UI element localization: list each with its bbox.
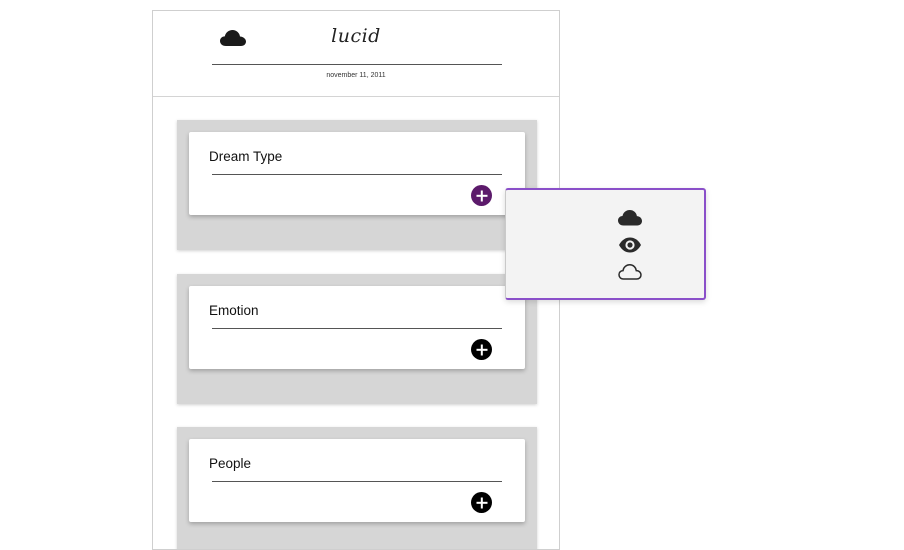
header-divider: [212, 64, 502, 65]
add-people-button[interactable]: [471, 492, 492, 513]
app-title: lucid: [331, 25, 381, 47]
dream-type-underline: [212, 174, 502, 175]
people-underline: [212, 481, 502, 482]
emotion-label: Emotion: [209, 303, 259, 318]
entry-date: november 11, 2011: [326, 72, 386, 79]
cloud-outline-icon[interactable]: [618, 263, 642, 281]
emotion-card: Emotion: [189, 286, 525, 369]
add-dream-type-button[interactable]: [471, 185, 492, 206]
add-emotion-button[interactable]: [471, 339, 492, 360]
people-label: People: [209, 456, 252, 471]
emotion-underline: [212, 328, 502, 329]
dream-type-options-popup: [505, 188, 706, 300]
section-dream-type: Dream Type: [177, 120, 537, 250]
people-card: People: [189, 439, 525, 522]
app-frame: lucid november 11, 2011 Dream Type Emoti…: [152, 10, 560, 550]
cloud-filled-icon[interactable]: [618, 209, 642, 227]
dream-type-label: Dream Type: [209, 149, 283, 164]
eye-icon[interactable]: [618, 236, 642, 254]
section-emotion: Emotion: [177, 274, 537, 404]
dream-type-card: Dream Type: [189, 132, 525, 215]
app-header: lucid november 11, 2011: [153, 11, 559, 97]
